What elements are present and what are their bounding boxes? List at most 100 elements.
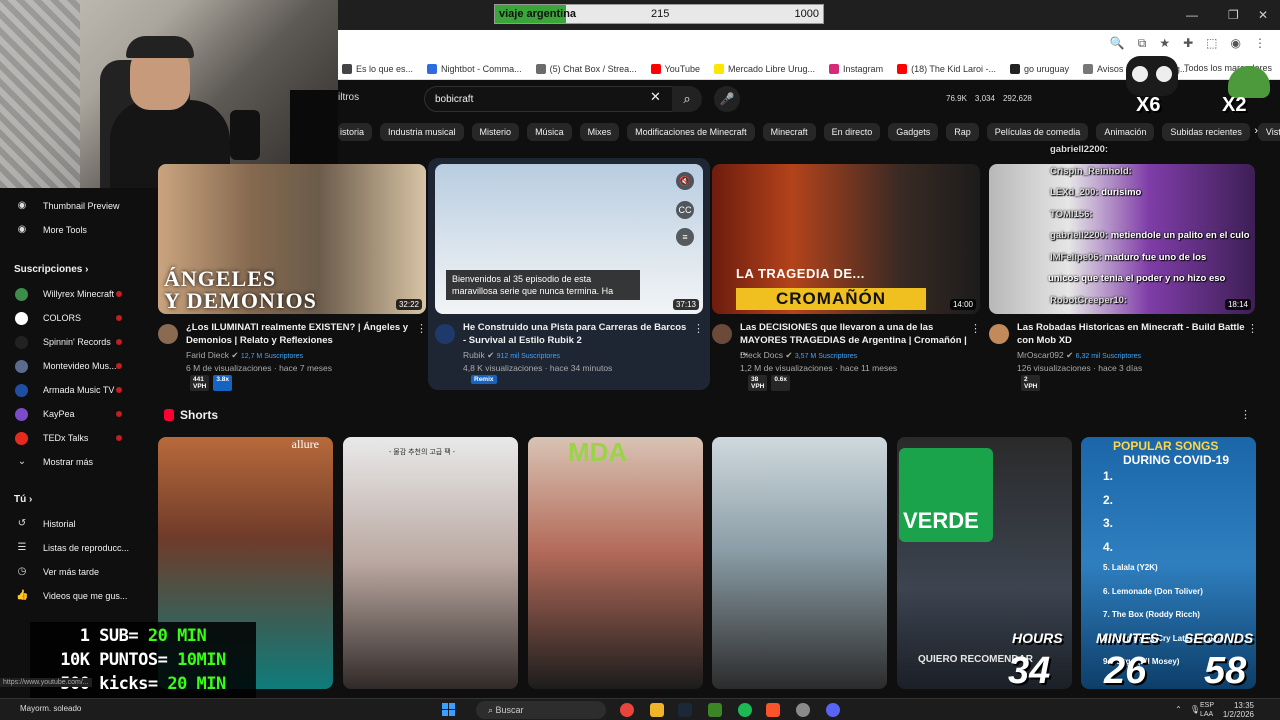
channel-avatar[interactable]: [712, 324, 732, 344]
obs-icon[interactable]: [796, 703, 810, 717]
filter-chip[interactable]: Rap: [946, 123, 979, 141]
discord-icon[interactable]: [826, 703, 840, 717]
minimize-button[interactable]: —: [1186, 8, 1198, 22]
clear-search-icon[interactable]: ✕: [650, 89, 661, 105]
filters-button[interactable]: iltros: [338, 92, 359, 103]
brave-icon[interactable]: [766, 703, 780, 717]
more-options-icon[interactable]: ⋮: [970, 322, 981, 335]
filter-chip[interactable]: Animación: [1096, 123, 1155, 141]
status-url: https://www.youtube.com/...: [0, 678, 92, 687]
sidebar-subscription[interactable]: Armada Music TV: [0, 380, 158, 400]
filter-chip[interactable]: En directo: [823, 123, 881, 141]
filter-chip[interactable]: Minecraft: [762, 123, 816, 141]
bookmark-item[interactable]: go uruguay: [1009, 63, 1069, 74]
mic-tray-icon[interactable]: 🎙: [1190, 705, 1200, 714]
chat-message: RobotCreeper10:: [1050, 294, 1128, 306]
bookmark-item[interactable]: Nightbot - Comma...: [427, 63, 522, 74]
filter-chip[interactable]: Subidas recientes: [1162, 123, 1250, 141]
sidebar-item-more-tools[interactable]: ◉ More Tools: [0, 220, 158, 240]
closed-caption-text: Bienvenidos al 35 episodio de esta marav…: [446, 270, 640, 300]
chrome-icon[interactable]: [620, 703, 634, 717]
extensions-puzzle-icon[interactable]: ⬚: [1206, 36, 1217, 51]
sidebar-subscription[interactable]: Spinnin' Records: [0, 332, 158, 352]
subscriptions-header[interactable]: Suscripciones ›: [14, 264, 88, 275]
bookmark-item[interactable]: YouTube: [650, 63, 700, 74]
weather-widget[interactable]: Mayorm. soleado: [20, 704, 81, 713]
sidebar-item-label: Thumbnail Preview: [43, 201, 120, 211]
video-channel[interactable]: Rubik ✔ 912 mil Suscriptores: [463, 349, 560, 363]
profile-avatar-icon[interactable]: ◉: [1231, 36, 1241, 51]
video-channel[interactable]: Dieck Docs ✔ 3,57 M Suscriptores: [740, 349, 857, 363]
clock[interactable]: 13:35 1/2/2026: [1223, 701, 1254, 719]
search-button[interactable]: ⌕: [672, 86, 702, 112]
more-options-icon[interactable]: ⋮: [416, 322, 427, 335]
bookmark-item[interactable]: (18) The Kid Laroi -...: [897, 63, 996, 74]
short-card[interactable]: MDA: [528, 437, 703, 689]
filter-chip[interactable]: Misterio: [471, 123, 520, 141]
voice-search-button[interactable]: 🎤: [714, 86, 740, 112]
filter-chip[interactable]: Películas de comedia: [986, 123, 1089, 141]
extension-icon[interactable]: ✚: [1183, 36, 1193, 51]
channel-avatar[interactable]: [158, 324, 178, 344]
sidebar-subscription[interactable]: Montevideo Mus...: [0, 356, 158, 376]
filter-chip[interactable]: istoria: [338, 123, 373, 141]
filter-chip[interactable]: Mixes: [579, 123, 620, 141]
bookmark-item[interactable]: (5) Chat Box / Strea...: [535, 63, 637, 74]
steam-icon[interactable]: [678, 703, 692, 717]
more-options-icon[interactable]: ⋮: [693, 322, 704, 335]
sidebar-item-history[interactable]: ↺ Historial: [0, 514, 158, 534]
bookmark-item[interactable]: Es lo que es...: [342, 63, 413, 74]
video-title[interactable]: ¿Los ILUMINATI realmente EXISTEN? | Ánge…: [186, 322, 414, 347]
zoom-icon[interactable]: 🔍: [1110, 36, 1125, 51]
sidebar-subscription[interactable]: COLORS: [0, 308, 158, 328]
sidebar-show-more[interactable]: ⌄ Mostrar más: [0, 452, 158, 472]
filter-chip[interactable]: Industria musical: [380, 123, 464, 141]
address-bar[interactable]: 🔍 ⧉ ★ ✚ ⬚ ◉ ⋮: [338, 30, 1280, 58]
owl-eye: [1156, 66, 1172, 82]
captions-icon[interactable]: CC: [676, 201, 694, 219]
bookmark-item[interactable]: Instagram: [829, 63, 883, 74]
chips-next-icon[interactable]: ›: [1254, 125, 1258, 137]
sidebar-item-liked-videos[interactable]: 👍 Videos que me gus...: [0, 586, 158, 606]
channel-avatar[interactable]: [989, 324, 1009, 344]
file-explorer-icon[interactable]: [650, 703, 664, 717]
channel-avatar[interactable]: [435, 324, 455, 344]
short-card[interactable]: - 물감 추천의 고급 팩 -: [343, 437, 518, 689]
filter-chip[interactable]: Visto: [1257, 123, 1280, 141]
close-window-button[interactable]: ✕: [1258, 8, 1268, 22]
filter-chip[interactable]: Música: [527, 123, 572, 141]
add-to-queue-icon[interactable]: ≡: [676, 228, 694, 246]
language-indicator[interactable]: ESP LAA: [1200, 701, 1214, 719]
sidebar-item-watch-later[interactable]: ◷ Ver más tarde: [0, 562, 158, 582]
restore-button[interactable]: ❐: [1228, 8, 1239, 22]
short-card[interactable]: [712, 437, 887, 689]
bookmark-star-icon[interactable]: ★: [1159, 36, 1170, 51]
more-options-icon[interactable]: ⋮: [1247, 322, 1258, 335]
video-title[interactable]: Las Robadas Historicas en Minecraft - Bu…: [1017, 322, 1245, 347]
video-thumbnail[interactable]: ÁNGELES Y DEMONIOS 32:22: [158, 164, 426, 314]
bookmark-item[interactable]: Mercado Libre Urug...: [714, 63, 815, 74]
browser-menu-icon[interactable]: ⋮: [1254, 36, 1266, 51]
video-title[interactable]: He Construido una Pista para Carreras de…: [463, 322, 691, 347]
sidebar-item-playlists[interactable]: ☰ Listas de reproducc...: [0, 538, 158, 558]
search-input[interactable]: [435, 87, 635, 111]
sidebar-subscription[interactable]: TEDx Talks: [0, 428, 158, 448]
taskbar-search[interactable]: ⌕ Buscar: [476, 701, 606, 719]
video-channel[interactable]: MrOscar092 ✔ 6,32 mil Suscriptores: [1017, 349, 1141, 363]
spotify-icon[interactable]: [738, 703, 752, 717]
sidebar-item-thumbnail-preview[interactable]: ◉ Thumbnail Preview: [0, 196, 158, 216]
you-header[interactable]: Tú ›: [14, 494, 32, 505]
filter-chip[interactable]: Gadgets: [888, 123, 939, 141]
thumbnail-overlay-text: LA TRAGEDIA DE...: [736, 266, 865, 281]
install-icon[interactable]: ⧉: [1138, 36, 1147, 51]
tray-chevron-icon[interactable]: ⌃: [1175, 705, 1182, 714]
minecraft-icon[interactable]: [708, 703, 722, 717]
shorts-menu-icon[interactable]: ⋮: [1240, 408, 1251, 421]
sidebar-subscription[interactable]: Willyrex Minecraft: [0, 284, 158, 304]
filter-chip[interactable]: Modificaciones de Minecraft: [627, 123, 755, 141]
start-button[interactable]: [442, 703, 456, 717]
search-box[interactable]: [424, 86, 674, 112]
video-channel[interactable]: Farid Dieck ✔ 12,7 M Suscriptores: [186, 349, 303, 363]
mute-icon[interactable]: 🔇: [676, 172, 694, 190]
sidebar-subscription[interactable]: KayPea: [0, 404, 158, 424]
